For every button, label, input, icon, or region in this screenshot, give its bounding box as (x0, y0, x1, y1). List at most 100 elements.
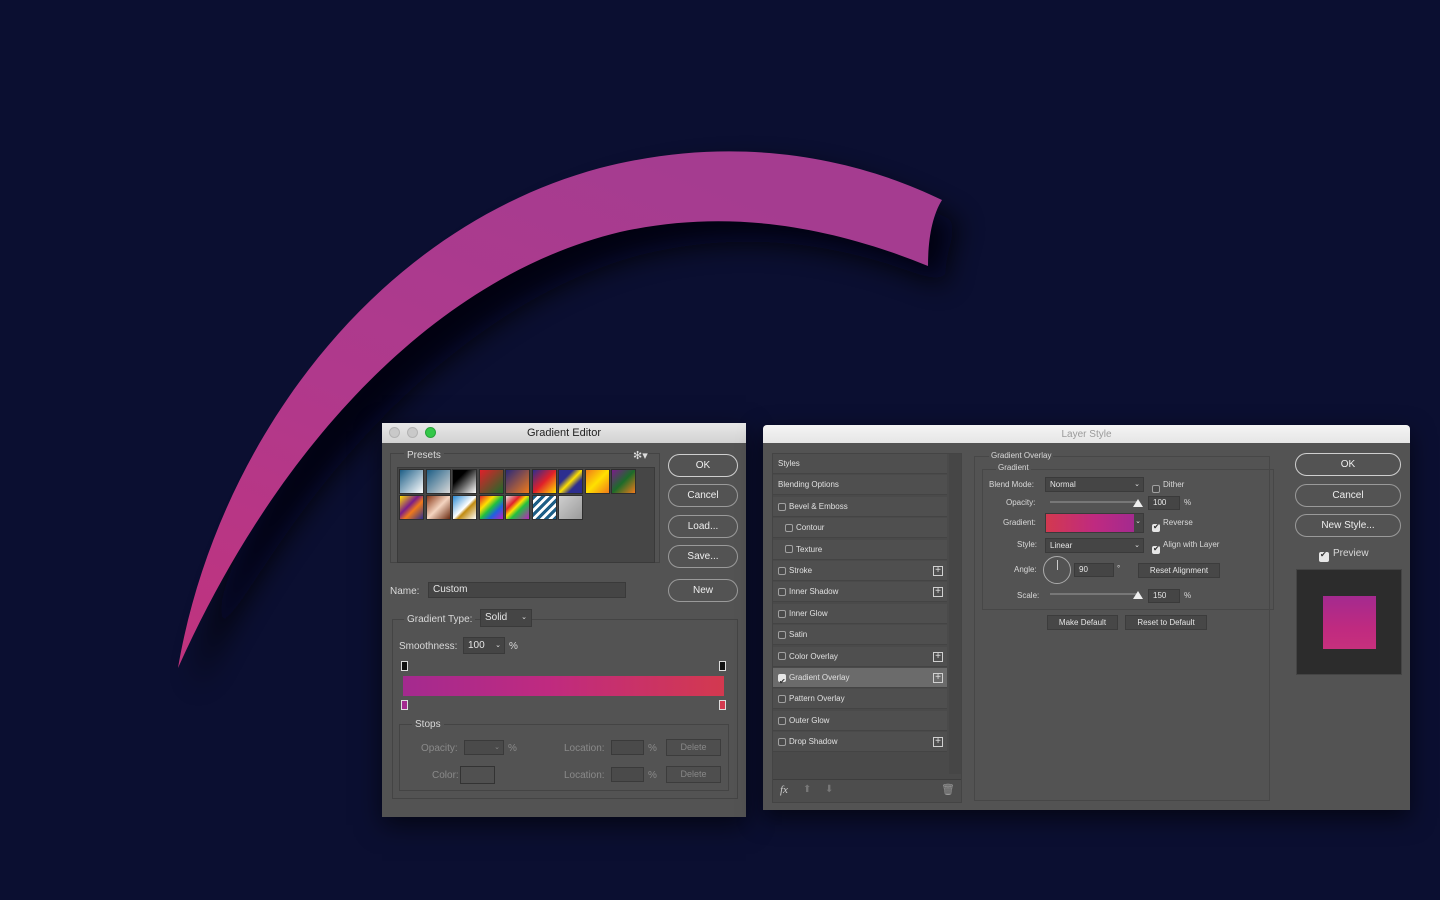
preset-swatch-blue-transparent[interactable] (425, 469, 451, 494)
minimize-window-button[interactable] (407, 427, 418, 438)
arrow-down-icon[interactable]: ⬇ (825, 784, 833, 795)
style-item-gradient-overlay[interactable]: Gradient Overlay + (773, 668, 947, 692)
save-button[interactable]: Save... (668, 545, 738, 568)
preset-swatch-yellow-violet-orange-blue[interactable] (399, 495, 424, 520)
preset-swatch-blue-yellow-blue[interactable] (558, 469, 583, 494)
preset-swatch-chrome[interactable] (452, 495, 477, 520)
style-item-drop-shadow[interactable]: Drop Shadow + (773, 732, 947, 753)
style-checkbox[interactable] (778, 672, 786, 692)
add-effect-icon[interactable]: + (933, 587, 943, 598)
stop-opacity-location-input[interactable] (611, 740, 644, 755)
scale-input[interactable]: 150 (1148, 589, 1180, 603)
add-effect-icon[interactable]: + (933, 673, 943, 683)
blend-mode-select[interactable]: Normal ⌄ (1045, 477, 1144, 492)
ok-button[interactable]: OK (668, 454, 738, 477)
preset-swatch-foreground-transparent[interactable] (558, 495, 583, 520)
smoothness-input[interactable]: 100 ⌄ (463, 637, 505, 654)
scale-slider-track[interactable] (1050, 593, 1138, 595)
reset-to-default-button[interactable]: Reset to Default (1125, 615, 1207, 630)
gradient-preview-bar[interactable] (403, 676, 724, 696)
stop-color-swatch[interactable] (460, 766, 495, 784)
style-item-inner-glow[interactable]: Inner Glow (773, 603, 947, 624)
cancel-button[interactable]: Cancel (1295, 484, 1401, 507)
new-button[interactable]: New (668, 579, 738, 602)
style-item-stroke[interactable]: Stroke + (773, 561, 947, 581)
close-window-button[interactable] (389, 427, 400, 438)
preset-swatch-black-white[interactable] (452, 469, 477, 494)
add-effect-icon[interactable]: + (933, 651, 943, 662)
ok-button[interactable]: OK (1295, 453, 1401, 476)
style-item-blending-options[interactable]: Blending Options (773, 475, 947, 496)
stop-opacity-input[interactable]: ⌄ (464, 740, 504, 755)
styles-scrollbar[interactable] (949, 454, 961, 774)
make-default-button[interactable]: Make Default (1047, 615, 1118, 630)
layer-style-titlebar[interactable]: Layer Style (763, 425, 1410, 443)
style-checkbox[interactable] (778, 609, 786, 618)
style-item-color-overlay[interactable]: Color Overlay + (773, 646, 947, 667)
opacity-stop-left[interactable] (401, 661, 408, 671)
add-effect-icon[interactable]: + (933, 737, 943, 748)
preset-swatch-transparent-stripes[interactable] (531, 495, 557, 520)
style-checkbox[interactable] (778, 652, 786, 661)
opacity-slider-thumb[interactable] (1133, 499, 1143, 507)
color-stop-left[interactable] (401, 700, 408, 710)
opacity-stop-right[interactable] (719, 661, 726, 671)
add-effect-icon[interactable]: + (933, 566, 943, 576)
preset-swatch-blue-white[interactable] (399, 469, 424, 494)
preset-swatch-copper[interactable] (425, 495, 451, 520)
gradient-editor-titlebar[interactable]: Gradient Editor (382, 423, 746, 443)
color-stop-right[interactable] (719, 700, 726, 710)
style-item-bevel-emboss[interactable]: Bevel & Emboss (773, 496, 947, 517)
trash-icon[interactable]: 🗑 (941, 783, 955, 796)
gradient-swatch[interactable] (1046, 514, 1134, 532)
style-item-label: Color Overlay (789, 651, 838, 661)
angle-dial[interactable] (1043, 556, 1071, 584)
fx-icon[interactable]: fx (780, 784, 788, 796)
style-checkbox[interactable] (778, 631, 786, 640)
style-item-styles[interactable]: Styles (773, 454, 947, 474)
style-checkbox[interactable] (778, 738, 786, 747)
style-item-pattern-overlay[interactable]: Pattern Overlay (773, 689, 947, 710)
preset-swatch-red-green[interactable] (478, 469, 504, 494)
cancel-button[interactable]: Cancel (668, 484, 738, 507)
scale-slider-thumb[interactable] (1133, 591, 1143, 599)
style-checkbox[interactable] (785, 524, 793, 533)
align-with-layer-checkbox[interactable] (1152, 541, 1160, 559)
stop-color-location-input[interactable] (611, 767, 644, 782)
style-checkbox[interactable] (785, 545, 793, 554)
style-item-outer-glow[interactable]: Outer Glow (773, 710, 947, 731)
gradient-picker[interactable]: ⌄ (1045, 513, 1144, 533)
gear-icon[interactable]: ✻▾ (633, 449, 648, 462)
style-checkbox[interactable] (778, 716, 786, 725)
name-input[interactable]: Custom (428, 582, 626, 598)
load-button[interactable]: Load... (668, 515, 738, 538)
reverse-checkbox[interactable] (1152, 519, 1160, 537)
style-item-contour[interactable]: Contour (773, 518, 947, 539)
preset-swatch-violet-orange[interactable] (505, 469, 530, 494)
angle-input[interactable]: 90 (1074, 563, 1114, 577)
style-item-inner-shadow[interactable]: Inner Shadow + (773, 582, 947, 603)
style-item-texture[interactable]: Texture (773, 539, 947, 560)
reset-alignment-button[interactable]: Reset Alignment (1138, 563, 1220, 578)
opacity-slider-track[interactable] (1050, 501, 1138, 503)
style-item-label: Stroke (789, 566, 813, 575)
style-checkbox[interactable] (778, 588, 786, 597)
delete-color-stop-button[interactable]: Delete (666, 766, 721, 783)
style-checkbox[interactable] (778, 502, 786, 511)
style-item-satin[interactable]: Satin (773, 625, 947, 646)
style-select[interactable]: Linear ⌄ (1045, 538, 1144, 553)
delete-opacity-stop-button[interactable]: Delete (666, 739, 721, 756)
preset-swatch-blue-red-yellow[interactable] (531, 469, 557, 494)
gradient-type-select[interactable]: Solid ⌄ (480, 609, 532, 627)
style-checkbox[interactable] (778, 566, 786, 575)
preset-swatch-transparent-rainbow[interactable] (505, 495, 530, 520)
preset-swatch-orange-yellow-orange[interactable] (584, 469, 610, 494)
preset-swatch-spectrum[interactable] (478, 495, 504, 520)
preview-checkbox[interactable] (1319, 548, 1329, 566)
new-style-button[interactable]: New Style... (1295, 514, 1401, 537)
opacity-input[interactable]: 100 (1148, 496, 1180, 510)
arrow-up-icon[interactable]: ⬆ (803, 784, 811, 795)
zoom-window-button[interactable] (425, 427, 436, 438)
preset-swatch-violet-green-orange[interactable] (611, 469, 636, 494)
style-checkbox[interactable] (778, 695, 786, 704)
